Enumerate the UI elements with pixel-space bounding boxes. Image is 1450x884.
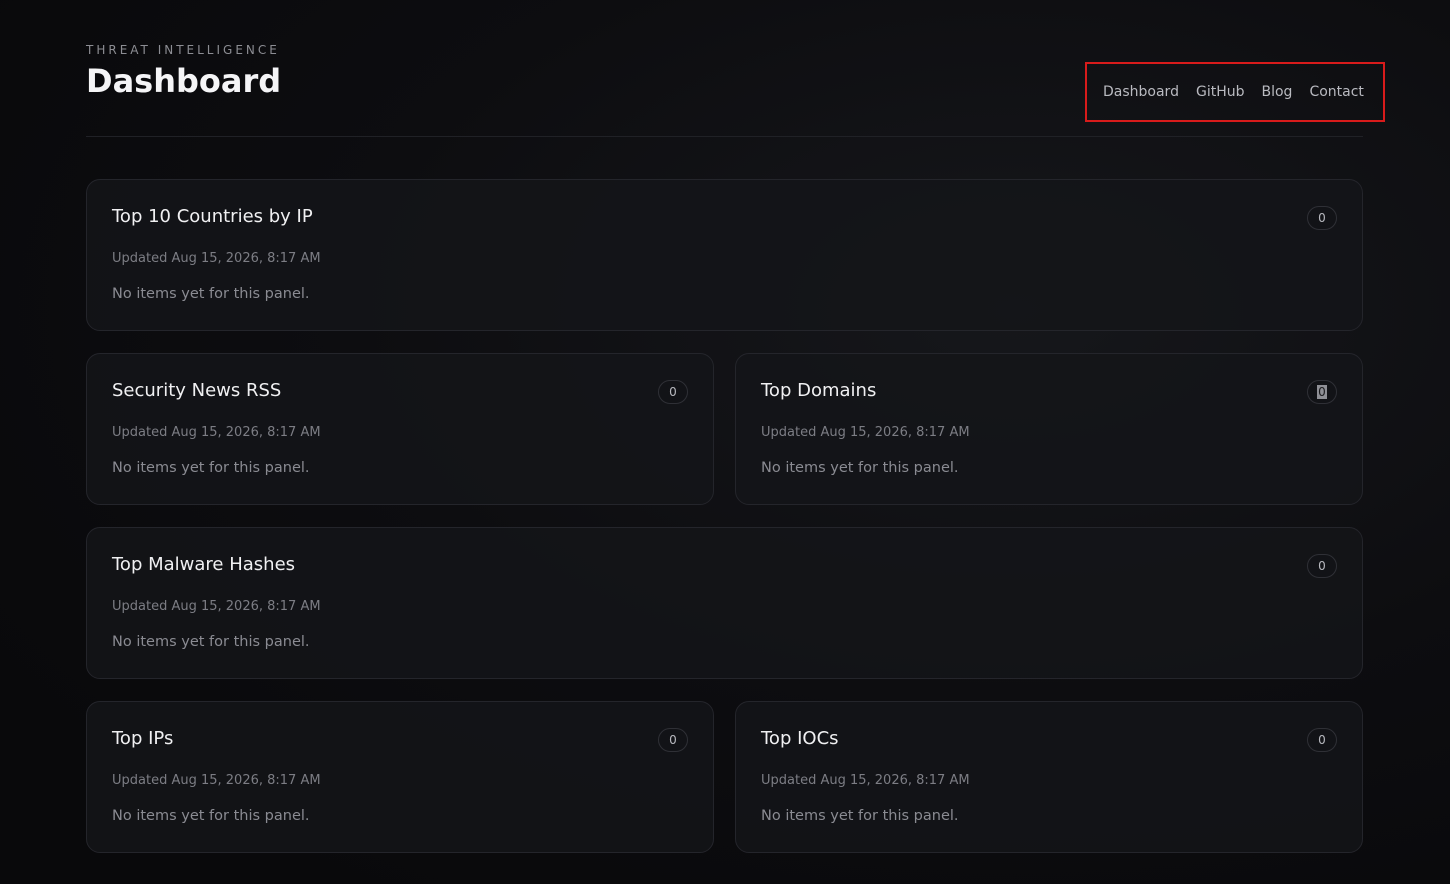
page-eyebrow: THREAT INTELLIGENCE [86, 43, 280, 57]
panel-updated-timestamp: Updated Aug 15, 2026, 8:17 AM [761, 425, 970, 440]
panel-empty-message: No items yet for this panel. [761, 460, 959, 476]
count-value: 0 [1318, 211, 1326, 225]
panel-top-malware-hashes: Top Malware Hashes 0 Updated Aug 15, 202… [86, 527, 1363, 679]
count-badge: 0 [1307, 554, 1337, 578]
panel-title: Security News RSS [112, 380, 282, 401]
panel-title: Top IPs [112, 728, 174, 749]
panel-top-ips: Top IPs 0 Updated Aug 15, 2026, 8:17 AM … [86, 701, 714, 853]
count-value: 0 [669, 385, 677, 399]
panel-updated-timestamp: Updated Aug 15, 2026, 8:17 AM [112, 251, 321, 266]
panel-updated-timestamp: Updated Aug 15, 2026, 8:17 AM [112, 425, 321, 440]
panel-top-domains: Top Domains 0 Updated Aug 15, 2026, 8:17… [735, 353, 1363, 505]
count-badge: 0 [1307, 206, 1337, 230]
panel-top-countries: Top 10 Countries by IP 0 Updated Aug 15,… [86, 179, 1363, 331]
panel-top-iocs: Top IOCs 0 Updated Aug 15, 2026, 8:17 AM… [735, 701, 1363, 853]
panel-empty-message: No items yet for this panel. [112, 286, 310, 302]
count-badge: 0 [658, 380, 688, 404]
count-value: 0 [669, 733, 677, 747]
panel-title: Top 10 Countries by IP [112, 206, 313, 227]
page-header: THREAT INTELLIGENCE Dashboard Dashboard … [86, 0, 1385, 137]
count-badge: 0 [658, 728, 688, 752]
page-title: Dashboard [86, 62, 282, 100]
panel-title: Top IOCs [761, 728, 839, 749]
count-badge: 0 [1307, 728, 1337, 752]
count-value: 0 [1317, 385, 1327, 399]
panel-empty-message: No items yet for this panel. [112, 808, 310, 824]
panel-title: Top Domains [761, 380, 877, 401]
panel-security-news-rss: Security News RSS 0 Updated Aug 15, 2026… [86, 353, 714, 505]
count-badge: 0 [1307, 380, 1337, 404]
nav-link-blog[interactable]: Blog [1261, 84, 1292, 100]
nav-link-dashboard[interactable]: Dashboard [1103, 84, 1179, 100]
panel-empty-message: No items yet for this panel. [761, 808, 959, 824]
count-value: 0 [1318, 559, 1326, 573]
count-value: 0 [1318, 733, 1326, 747]
panel-empty-message: No items yet for this panel. [112, 460, 310, 476]
panel-updated-timestamp: Updated Aug 15, 2026, 8:17 AM [761, 773, 970, 788]
nav-link-contact[interactable]: Contact [1309, 84, 1363, 100]
panel-updated-timestamp: Updated Aug 15, 2026, 8:17 AM [112, 773, 321, 788]
nav-link-github[interactable]: GitHub [1196, 84, 1245, 100]
panel-empty-message: No items yet for this panel. [112, 634, 310, 650]
panel-title: Top Malware Hashes [112, 554, 296, 575]
top-nav: Dashboard GitHub Blog Contact [1085, 62, 1385, 122]
panel-updated-timestamp: Updated Aug 15, 2026, 8:17 AM [112, 599, 321, 614]
